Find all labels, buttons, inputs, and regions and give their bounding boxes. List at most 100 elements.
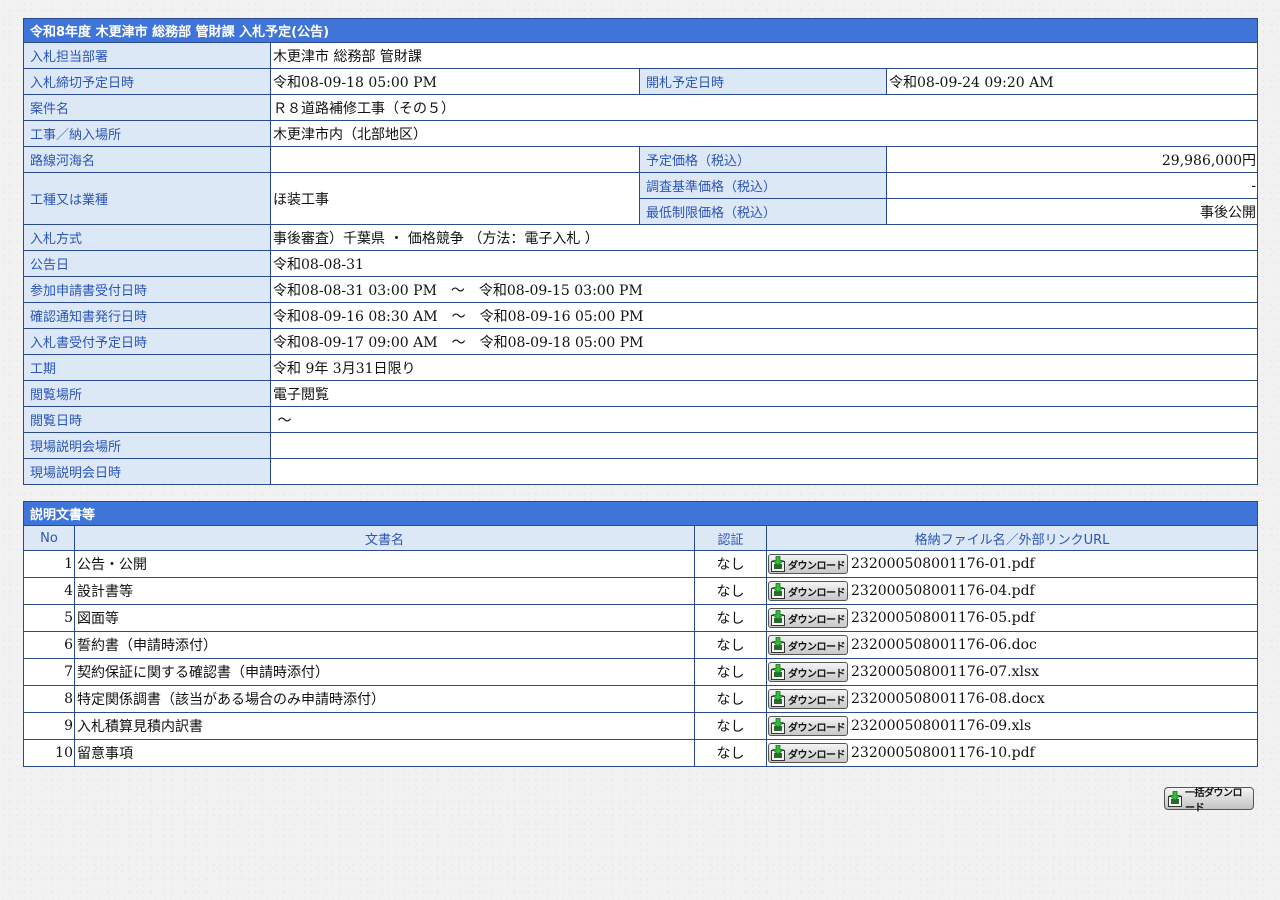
doc-name: 特定関係調書（該当がある場合のみ申請時添付） [74,685,695,713]
download-button[interactable]: ダウンロード [768,635,848,655]
download-button[interactable]: ダウンロード [768,662,848,682]
bulk-download-label: 一括ダウンロード [1185,787,1243,814]
planned-price-value: 29,986,000円 [885,146,1259,173]
document-row: 10 留意事項 なし ダウンロード 232000508001176-10.pdf [23,739,1259,767]
doc-cert: なし [694,739,767,767]
period-label: 工期 [23,354,271,381]
deadline-label: 入札締切予定日時 [23,68,271,95]
doc-no: 9 [23,712,75,740]
viewing-place-label: 閲覧場所 [23,380,271,407]
col-header-cert: 認証 [694,525,767,551]
doc-no: 5 [23,604,75,632]
doc-file-name: 232000508001176-06.doc [851,637,1037,653]
doc-no: 8 [23,685,75,713]
doc-file-cell: ダウンロード 232000508001176-06.doc [765,631,1259,659]
download-button[interactable]: ダウンロード [768,716,848,736]
doc-cert: なし [694,631,767,659]
doc-file-cell: ダウンロード 232000508001176-07.xlsx [765,658,1259,686]
route-label: 路線河海名 [23,146,271,173]
bid-receipt-label: 入札書受付予定日時 [23,328,271,355]
doc-file-cell: ダウンロード 232000508001176-05.pdf [765,604,1259,632]
site-time-value [269,458,1259,485]
doc-no: 7 [23,658,75,686]
download-icon [771,556,785,572]
col-header-no: No [23,525,75,551]
download-button[interactable]: ダウンロード [768,608,848,628]
viewing-time-value: ～ [269,406,1259,433]
deadline-value: 令和08-09-18 05:00 PM [270,68,640,95]
documents-table: 説明文書等 No 文書名 認証 格納ファイル名／外部リンクURL 1 公告・公開な… [22,501,1259,767]
download-button-label: ダウンロード [788,587,846,599]
dept-label: 入札担当部署 [23,42,271,69]
document-row: 7 契約保証に関する確認書（申請時添付） なし ダウンロード 2320005080011… [23,658,1259,686]
doc-no: 4 [23,577,75,605]
doc-file-cell: ダウンロード 232000508001176-01.pdf [765,550,1259,578]
location-value: 木更津市内（北部地区） [269,120,1259,147]
work-type-label: 工種又は業種 [23,172,271,225]
viewing-time-label: 閲覧日時 [23,406,271,433]
dept-value: 木更津市 総務部 管財課 [269,42,1259,69]
site-time-label: 現場説明会日時 [23,458,271,485]
case-name-value: Ｒ８道路補修工事（その５） [269,94,1259,121]
doc-cert: なし [694,685,767,713]
download-button-label: ダウンロード [788,641,846,653]
method-value: 事後審査）千葉県 ・ 価格競争 （方法：電子入札 ） [269,224,1259,251]
period-value: 令和 9年 3月31日限り [269,354,1259,381]
download-button[interactable]: ダウンロード [768,581,848,601]
location-label: 工事／納入場所 [23,120,271,147]
download-icon [771,637,785,653]
download-icon [771,745,785,761]
download-button-label: ダウンロード [788,560,846,572]
doc-name: 誓約書（申請時添付） [74,631,695,659]
notice-date-value: 令和08-08-31 [269,250,1259,277]
bid-info-table: 令和8年度 木更津市 総務部 管財課 入札予定(公告) 入札担当部署 木更津市 … [22,18,1259,485]
min-price-value: 事後公開 [885,198,1259,225]
download-icon [1168,790,1182,807]
bid-receipt-value: 令和08-09-17 09:00 AM ～ 令和08-09-18 05:00 P… [269,328,1259,355]
download-button-label: ダウンロード [788,668,846,680]
doc-name: 契約保証に関する確認書（申請時添付） [74,658,695,686]
confirmation-label: 確認通知書発行日時 [23,302,271,329]
document-row: 9 入札積算見積内訳書 なし ダウンロード 232000508001176-09.xls [23,712,1259,740]
doc-file-name: 232000508001176-04.pdf [851,583,1035,599]
download-button[interactable]: ダウンロード [768,554,848,574]
col-header-name: 文書名 [74,525,695,551]
application-value: 令和08-08-31 03:00 PM ～ 令和08-09-15 03:00 P… [269,276,1259,303]
doc-file-name: 232000508001176-08.docx [851,691,1045,707]
doc-file-name: 232000508001176-10.pdf [851,745,1035,761]
doc-cert: なし [694,658,767,686]
doc-no: 10 [23,739,75,767]
download-icon [771,718,785,734]
doc-file-cell: ダウンロード 232000508001176-08.docx [765,685,1259,713]
application-label: 参加申請書受付日時 [23,276,271,303]
doc-file-name: 232000508001176-09.xls [851,718,1032,734]
min-price-label: 最低制限価格（税込） [639,198,887,225]
opening-value: 令和08-09-24 09:20 AM [885,68,1259,95]
doc-cert: なし [694,550,767,578]
doc-cert: なし [694,577,767,605]
viewing-place-value: 電子閲覧 [269,380,1259,407]
doc-file-name: 232000508001176-05.pdf [851,610,1035,626]
download-icon [771,664,785,680]
notice-date-label: 公告日 [23,250,271,277]
download-button[interactable]: ダウンロード [768,689,848,709]
download-button[interactable]: ダウンロード [768,743,848,763]
opening-label: 開札予定日時 [639,68,887,95]
download-button-label: ダウンロード [788,614,846,626]
route-value [270,146,640,173]
bulk-download-button[interactable]: 一括ダウンロード [1164,787,1254,814]
doc-name: 設計書等 [74,577,695,605]
method-label: 入札方式 [23,224,271,251]
planned-price-label: 予定価格（税込） [639,146,887,173]
download-button-label: ダウンロード [788,749,846,761]
doc-name: 留意事項 [74,739,695,767]
doc-name: 図面等 [74,604,695,632]
site-place-value [269,432,1259,459]
doc-file-cell: ダウンロード 232000508001176-04.pdf [765,577,1259,605]
doc-file-cell: ダウンロード 232000508001176-10.pdf [765,739,1259,767]
survey-price-label: 調査基準価格（税込） [639,172,887,199]
download-icon [771,583,785,599]
doc-file-name: 232000508001176-07.xlsx [851,664,1040,680]
confirmation-value: 令和08-09-16 08:30 AM ～ 令和08-09-16 05:00 P… [269,302,1259,329]
document-row: 8 特定関係調書（該当がある場合のみ申請時添付） なし ダウンロード 232000508… [23,685,1259,713]
